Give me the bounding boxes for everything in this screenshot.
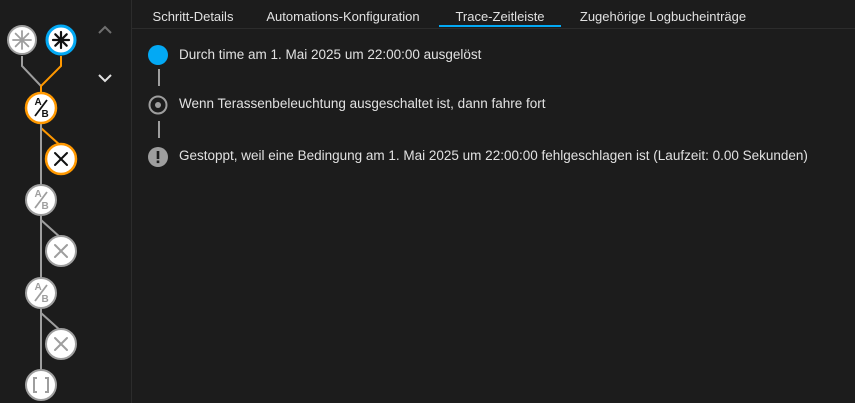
condition-node-2[interactable]: A B xyxy=(25,184,57,216)
trace-details-panel: Schritt-Details Automations-Konfiguratio… xyxy=(132,0,855,403)
tab-step-details[interactable]: Schritt-Details xyxy=(150,0,236,27)
condition-node-3[interactable]: A B xyxy=(25,277,57,309)
connector-ab1-to-stop1 xyxy=(40,124,62,149)
timeline-connector xyxy=(158,121,160,138)
trigger-node-1[interactable] xyxy=(7,25,37,55)
previous-node-button[interactable] xyxy=(93,18,117,42)
connector-ab3-to-stop3 xyxy=(40,309,62,334)
svg-text:B: B xyxy=(42,201,49,212)
sequence-node[interactable] xyxy=(25,369,57,401)
chevron-up-icon xyxy=(98,25,112,34)
asterisk-icon xyxy=(12,30,32,50)
svg-text:A: A xyxy=(35,189,42,200)
trace-graph: A B A B A B xyxy=(7,24,78,401)
tab-automation-config[interactable]: Automations-Konfiguration xyxy=(259,0,427,27)
next-node-button[interactable] xyxy=(93,66,117,90)
condition-node-1[interactable]: A B xyxy=(24,91,58,125)
timeline-entry-condition: Wenn Terassenbeleuchtung ausgeschaltet i… xyxy=(179,96,546,111)
trace-graph-panel: A B A B A B xyxy=(0,0,132,403)
asterisk-icon xyxy=(51,30,71,50)
svg-text:B: B xyxy=(42,109,49,120)
tab-related-logbook[interactable]: Zugehörige Logbucheinträge xyxy=(576,0,750,27)
filled-circle-icon xyxy=(148,45,168,65)
timeline-connector xyxy=(158,69,160,86)
tab-bar: Schritt-Details Automations-Konfiguratio… xyxy=(132,0,855,29)
trigger-node-2[interactable] xyxy=(45,24,77,56)
alert-circle-icon xyxy=(148,147,168,167)
stop-node-2[interactable] xyxy=(45,235,77,267)
svg-text:A: A xyxy=(35,282,42,293)
svg-text:B: B xyxy=(42,294,49,305)
timeline-entry-trigger: Durch time am 1. Mai 2025 um 22:00:00 au… xyxy=(179,47,482,62)
svg-text:A: A xyxy=(35,97,42,108)
connector-trigger1-to-ab1 xyxy=(21,56,42,93)
chevron-down-icon xyxy=(98,74,112,83)
stop-node-3[interactable] xyxy=(45,328,77,360)
tab-trace-timeline[interactable]: Trace-Zeitleiste xyxy=(439,0,561,27)
connector-trigger2-to-ab1 xyxy=(40,56,62,93)
stop-node-1[interactable] xyxy=(44,142,78,176)
connector-ab2-to-stop2 xyxy=(40,216,62,241)
timeline-entry-stopped: Gestoppt, weil eine Bedingung am 1. Mai … xyxy=(179,148,808,163)
radio-dot-icon xyxy=(148,95,168,115)
